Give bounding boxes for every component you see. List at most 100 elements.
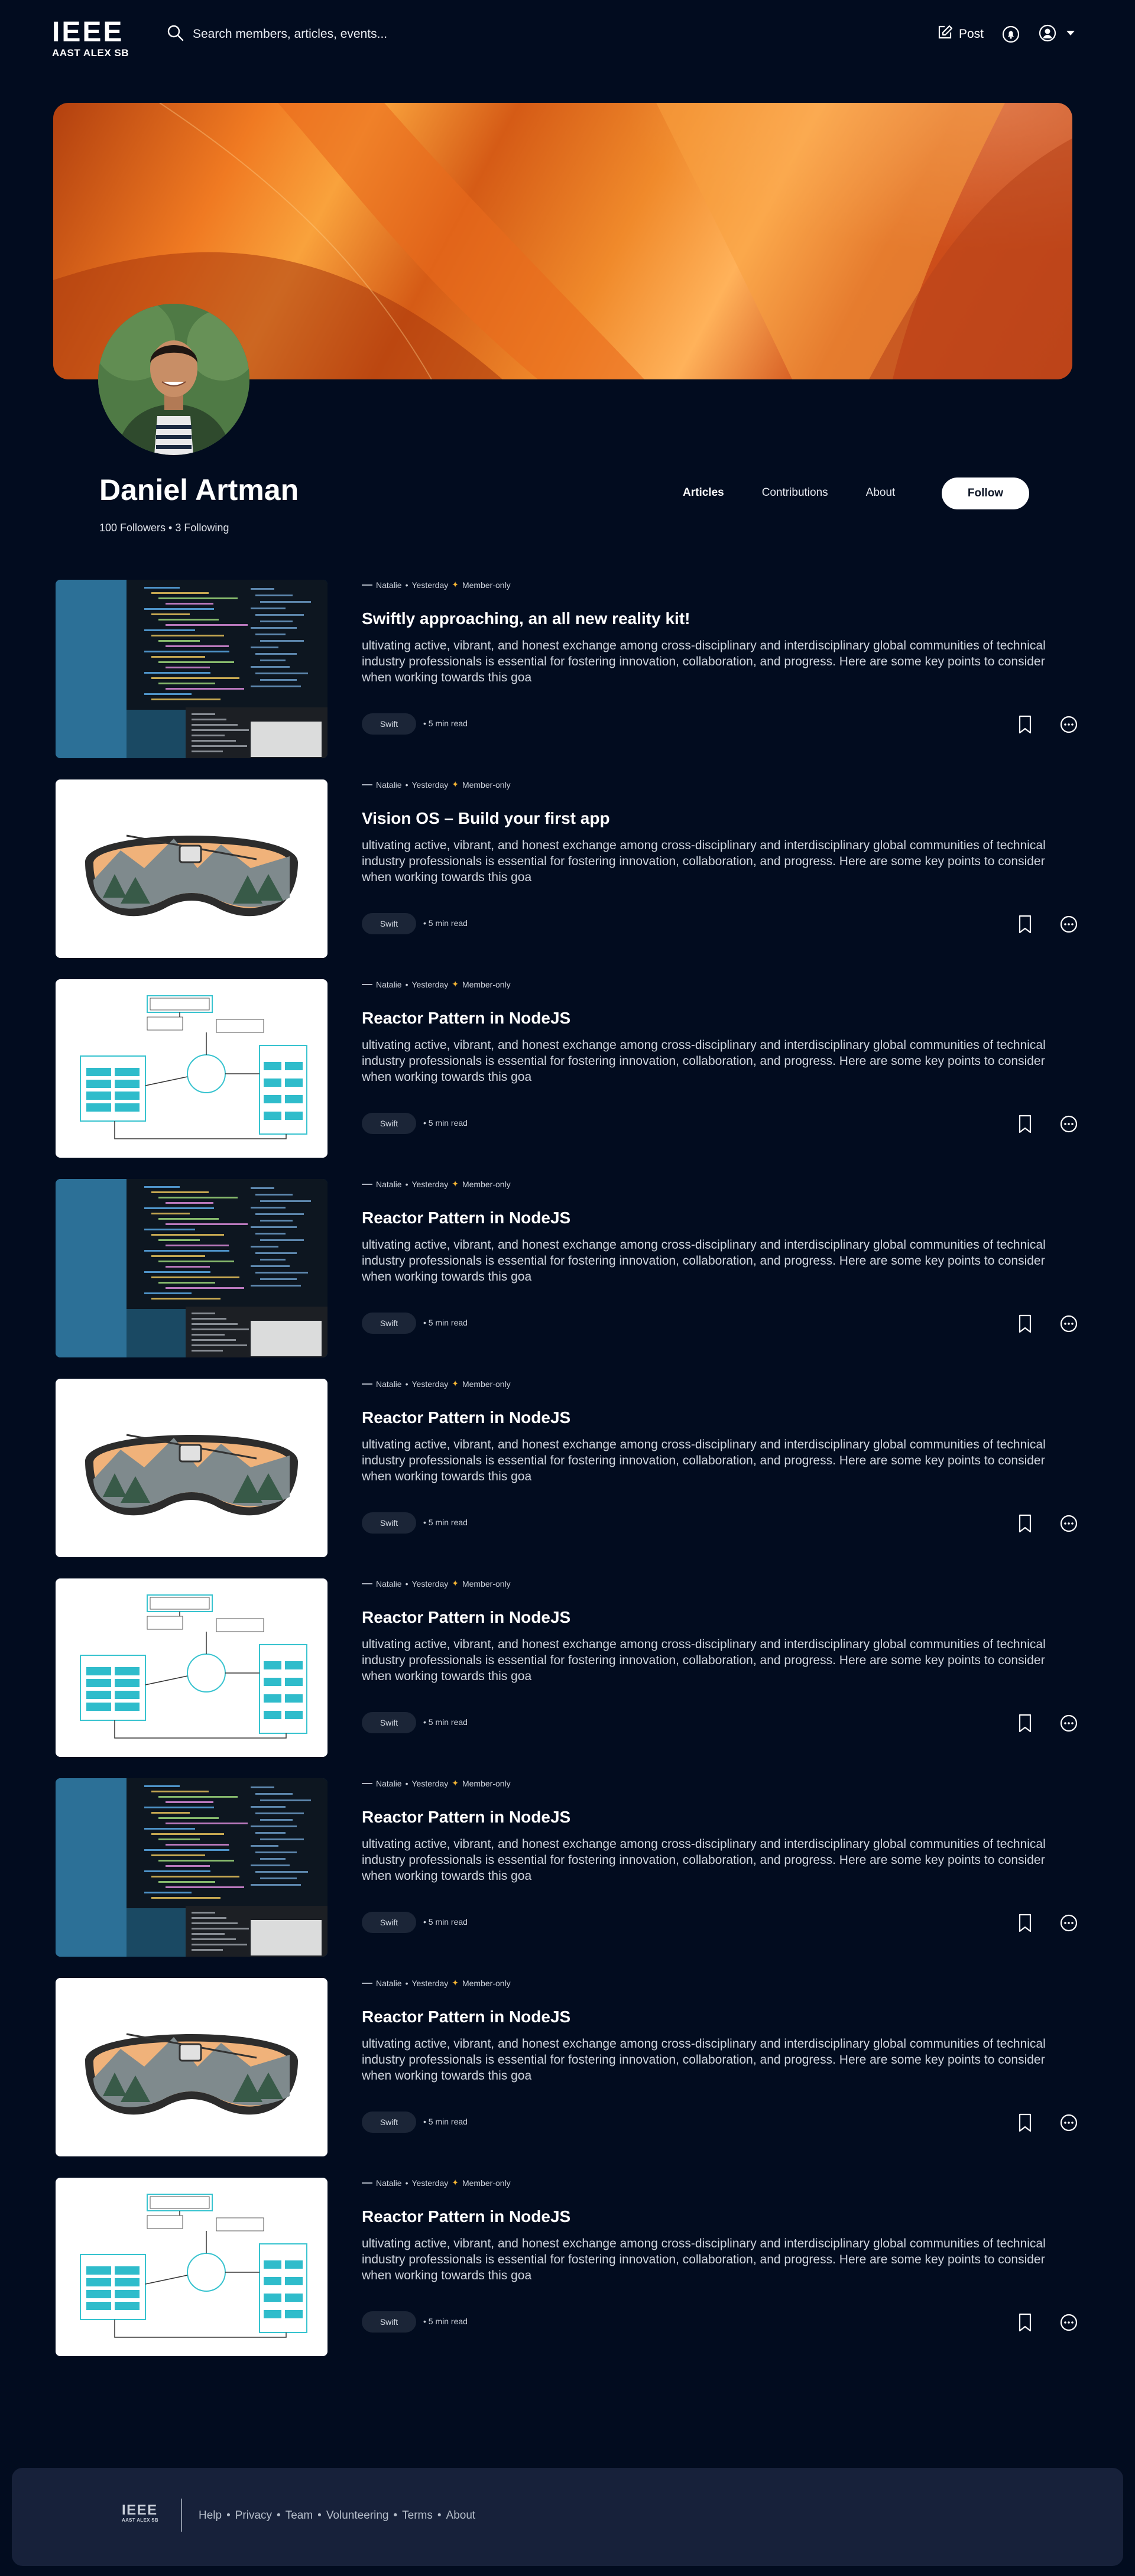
more-options-icon[interactable] — [1059, 1314, 1078, 1336]
article-title[interactable]: Vision OS – Build your first app — [362, 809, 610, 828]
article-title[interactable]: Reactor Pattern in NodeJS — [362, 1408, 570, 1427]
article-card[interactable]: Natalie • Yesterday ✦ Member-only Reactor Pat… — [56, 979, 1084, 1158]
ieee-logo[interactable]: IEEE AAST ALEX SB — [52, 17, 141, 60]
member-star-icon: ✦ — [452, 580, 459, 589]
article-author[interactable]: Natalie — [376, 1579, 402, 1589]
article-tag[interactable]: Swift — [362, 1313, 416, 1334]
article-title[interactable]: Reactor Pattern in NodeJS — [362, 1009, 570, 1028]
more-options-icon[interactable] — [1059, 915, 1078, 937]
article-title[interactable]: Reactor Pattern in NodeJS — [362, 1608, 570, 1627]
article-thumbnail[interactable] — [56, 779, 327, 958]
account-menu[interactable] — [1038, 24, 1076, 46]
article-date: Yesterday — [411, 779, 449, 790]
article-tag[interactable]: Swift — [362, 2311, 416, 2333]
profile-avatar[interactable] — [98, 304, 249, 455]
more-options-icon[interactable] — [1059, 1514, 1078, 1536]
article-title[interactable]: Reactor Pattern in NodeJS — [362, 2207, 570, 2226]
article-thumbnail[interactable] — [56, 580, 327, 758]
article-card[interactable]: Natalie • Yesterday ✦ Member-only Reactor Pat… — [56, 1179, 1084, 1357]
member-only-badge: Member-only — [462, 1379, 511, 1389]
article-tag[interactable]: Swift — [362, 913, 416, 934]
search-bar — [167, 21, 521, 47]
footer-link-terms[interactable]: Terms — [402, 2509, 433, 2522]
article-author[interactable]: Natalie — [376, 780, 402, 790]
article-title[interactable]: Reactor Pattern in NodeJS — [362, 1209, 570, 1227]
bookmark-icon[interactable] — [1018, 1115, 1032, 1136]
article-author[interactable]: Natalie — [376, 1180, 402, 1189]
tab-articles[interactable]: Articles — [683, 486, 724, 499]
read-time: • 5 min read — [423, 1717, 468, 1727]
more-options-icon[interactable] — [1059, 1914, 1078, 1935]
search-icon[interactable] — [167, 24, 184, 45]
article-title[interactable]: Reactor Pattern in NodeJS — [362, 1808, 570, 1827]
bookmark-icon[interactable] — [1018, 1314, 1032, 1336]
more-options-icon[interactable] — [1059, 2313, 1078, 2335]
article-thumbnail[interactable] — [56, 1578, 327, 1757]
article-author[interactable]: Natalie — [376, 1379, 402, 1389]
article-tag[interactable]: Swift — [362, 2112, 416, 2133]
read-time: • 5 min read — [423, 1318, 468, 1327]
article-tag[interactable]: Swift — [362, 1912, 416, 1933]
article-thumbnail[interactable] — [56, 1179, 327, 1357]
bookmark-icon[interactable] — [1018, 1514, 1032, 1536]
article-tag[interactable]: Swift — [362, 1113, 416, 1134]
article-thumbnail[interactable] — [56, 2178, 327, 2356]
bookmark-icon[interactable] — [1018, 715, 1032, 737]
tab-about[interactable]: About — [866, 486, 896, 499]
bookmark-icon[interactable] — [1018, 2113, 1032, 2135]
post-button[interactable]: Post — [936, 24, 984, 44]
article-card[interactable]: Natalie • Yesterday ✦ Member-only Reactor Pat… — [56, 1778, 1084, 1957]
search-input[interactable] — [193, 27, 500, 41]
footer-link-volunteering[interactable]: Volunteering — [326, 2509, 389, 2522]
article-card[interactable]: Natalie • Yesterday ✦ Member-only Reactor Pat… — [56, 1578, 1084, 1757]
bookmark-icon[interactable] — [1018, 915, 1032, 937]
footer-link-privacy[interactable]: Privacy — [235, 2509, 272, 2522]
member-only-badge: Member-only — [462, 2178, 511, 2188]
article-author[interactable]: Natalie — [376, 2178, 402, 2188]
more-options-icon[interactable] — [1059, 1714, 1078, 1736]
more-options-icon[interactable] — [1059, 1115, 1078, 1136]
more-options-icon[interactable] — [1059, 2113, 1078, 2135]
notification-icon[interactable] — [1001, 25, 1020, 44]
article-thumbnail[interactable] — [56, 1379, 327, 1557]
article-card[interactable]: Natalie • Yesterday ✦ Member-only Swiftly app… — [56, 580, 1084, 758]
article-date: Yesterday — [411, 979, 449, 989]
article-thumbnail[interactable] — [56, 1978, 327, 2156]
article-thumbnail[interactable] — [56, 1778, 327, 1957]
article-author[interactable]: Natalie — [376, 1979, 402, 1988]
footer-link-help[interactable]: Help — [199, 2509, 222, 2522]
follow-button[interactable]: Follow — [942, 477, 1029, 509]
bookmark-icon[interactable] — [1018, 1914, 1032, 1935]
article-date: Yesterday — [411, 1578, 449, 1589]
article-card[interactable]: Natalie • Yesterday ✦ Member-only Vision OS –… — [56, 779, 1084, 958]
article-tag[interactable]: Swift — [362, 713, 416, 735]
article-title[interactable]: Reactor Pattern in NodeJS — [362, 2007, 570, 2026]
footer-link-about[interactable]: About — [446, 2509, 476, 2522]
member-star-icon: ✦ — [452, 1778, 459, 1788]
tab-contributions[interactable]: Contributions — [762, 486, 828, 499]
article-date: Yesterday — [411, 2178, 449, 2188]
meta-separator: • — [405, 2178, 408, 2188]
article-excerpt: ultivating active, vibrant, and honest e… — [362, 639, 1046, 684]
article-card[interactable]: Natalie • Yesterday ✦ Member-only Reactor Pat… — [56, 2178, 1084, 2356]
meta-separator: • — [405, 1578, 408, 1589]
article-title[interactable]: Swiftly approaching, an all new reality … — [362, 609, 690, 628]
article-author[interactable]: Natalie — [376, 1779, 402, 1788]
article-card[interactable]: Natalie • Yesterday ✦ Member-only Reactor Pat… — [56, 1379, 1084, 1557]
article-tag[interactable]: Swift — [362, 1512, 416, 1534]
meta-separator: • — [405, 1179, 408, 1189]
bookmark-icon[interactable] — [1018, 2313, 1032, 2335]
article-author[interactable]: Natalie — [376, 980, 402, 989]
footer-link-team[interactable]: Team — [286, 2509, 313, 2522]
article-meta: Natalie • Yesterday ✦ Member-only — [362, 580, 511, 590]
article-thumbnail[interactable] — [56, 979, 327, 1158]
logo-main-text: IEEE — [52, 17, 124, 48]
footer-logo[interactable]: IEEE AAST ALEX SB — [122, 2503, 158, 2523]
bookmark-icon[interactable] — [1018, 1714, 1032, 1736]
article-tag[interactable]: Swift — [362, 1712, 416, 1733]
more-options-icon[interactable] — [1059, 715, 1078, 737]
article-author[interactable]: Natalie — [376, 580, 402, 590]
article-date: Yesterday — [411, 580, 449, 590]
article-card[interactable]: Natalie • Yesterday ✦ Member-only Reactor Pat… — [56, 1978, 1084, 2156]
footer: IEEE AAST ALEX SB Help • Privacy • Team • V… — [12, 2468, 1123, 2566]
